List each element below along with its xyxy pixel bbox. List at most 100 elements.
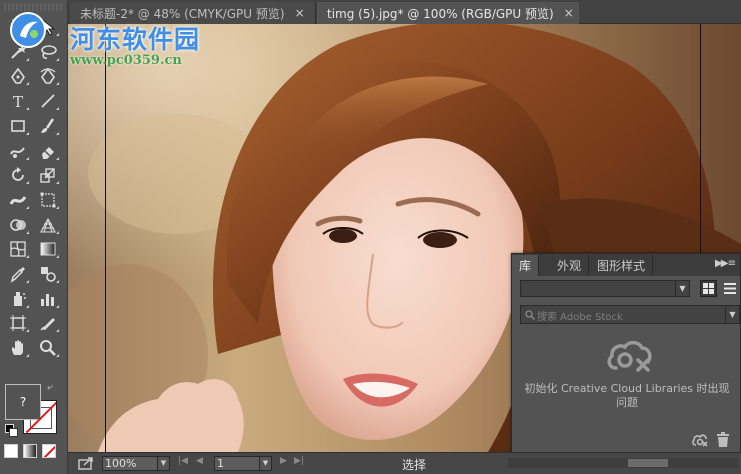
tab-label: timg (5).jpg* @ 100% (RGB/GPU 预览) [327,6,554,21]
zoom-value: 100% [105,457,137,470]
panel-menu-icon[interactable]: ▶▶ ≡ [715,258,736,269]
close-icon[interactable]: × [295,6,305,20]
line-icon [41,94,55,108]
symbol-sprayer-tool[interactable] [5,288,31,310]
artboard-number: 1 [217,457,224,470]
tab-graphic-styles[interactable]: 图形样式 [590,255,654,276]
artboard-tool[interactable] [5,312,31,334]
zoom-icon [40,340,56,356]
cloud-error-icon [607,340,652,372]
search-placeholder: 搜索 Adobe Stock [537,312,623,323]
column-graph-tool[interactable] [35,288,61,310]
zoom-level-select[interactable]: 100% ▼ [102,456,170,471]
swap-fill-stroke-icon[interactable]: ⤶ [47,382,59,394]
pen-icon [11,68,25,85]
shape-builder-tool[interactable] [5,214,31,236]
close-icon[interactable]: × [564,6,574,20]
pen-tool[interactable] [5,65,31,87]
color-mode-buttons [4,444,64,460]
symbol-sprayer-icon [14,291,26,306]
scale-tool[interactable] [35,164,61,186]
rotate-icon [12,167,24,182]
default-fill-stroke-icon[interactable] [5,424,18,437]
list-view-button[interactable] [721,280,738,297]
perspective-grid-icon [40,217,56,233]
library-error-message: 初始化 Creative Cloud Libraries 时出现问题 [524,382,730,409]
site-watermark: 河东软件园 www.pc0359.cn [6,6,206,68]
free-transform-tool[interactable] [35,189,61,211]
scale-icon [40,168,55,183]
list-icon [723,283,736,294]
color-mode-button[interactable] [4,444,18,458]
previous-artboard-icon[interactable]: ◀ [196,456,203,466]
trash-icon[interactable] [716,432,730,447]
type-tool[interactable]: T [5,90,31,112]
free-transform-icon [40,192,56,208]
watermark-logo-icon [10,12,46,48]
fill-swatch-label: ? [19,395,27,409]
shaper-icon [10,146,25,158]
gradient-icon [40,242,56,256]
current-tool-status: 选择 [402,458,427,472]
column-graph-icon [41,293,54,306]
blend-tool[interactable] [35,263,61,285]
panel-tab-bar: 库 外观 图形样式 ▶▶ ≡ [512,254,740,276]
paintbrush-tool[interactable] [35,115,61,137]
horizontal-scrollbar[interactable] [508,458,738,468]
shape-builder-icon [10,218,26,231]
none-mode-button[interactable] [42,444,56,458]
adobe-stock-search[interactable]: 搜索 Adobe Stock ▼ [520,305,740,324]
chevron-down-icon: ▼ [157,457,169,470]
artboard-icon [10,315,26,332]
curvature-icon [40,68,56,85]
shaper-tool[interactable] [5,140,31,162]
grid-icon [703,283,714,294]
document-tab-timg[interactable]: timg (5).jpg* @ 100% (RGB/GPU 预览) × [317,2,579,24]
chevron-down-icon: ▼ [675,281,689,296]
eraser-icon [42,146,54,159]
hand-icon [11,340,23,356]
grid-view-button[interactable] [700,280,717,297]
gradient-tool[interactable] [35,238,61,260]
eyedropper-icon [10,267,25,283]
watermark-title: 河东软件园 [70,25,201,54]
hand-tool[interactable] [5,337,31,359]
mesh-icon [10,241,26,257]
rotate-tool[interactable] [5,164,31,186]
share-icon[interactable] [78,456,94,470]
rectangle-tool[interactable] [5,115,31,137]
eyedropper-tool[interactable] [5,263,31,285]
first-artboard-icon[interactable]: |◀ [178,456,188,466]
chevron-down-icon[interactable]: ▼ [725,306,739,323]
library-dropdown[interactable]: ▼ [520,280,690,297]
rectangle-icon [11,119,25,132]
width-icon [9,196,27,205]
fill-swatch[interactable]: ? [5,384,41,420]
slice-tool[interactable] [35,312,61,334]
chevron-down-icon: ▼ [259,457,271,470]
libraries-panel: 库 外观 图形样式 ▶▶ ≡ ▼ 搜索 Adobe Stock ▼ 初始化 Cr… [511,253,741,458]
width-tool[interactable] [5,189,31,211]
blend-icon [41,267,56,282]
curvature-tool[interactable] [35,65,61,87]
artboard-edge [105,24,106,452]
artboard-edge [700,24,701,254]
zoom-tool[interactable] [35,337,61,359]
tab-appearance[interactable]: 外观 [550,255,590,276]
tools-panel: T ? ⤶ [0,0,68,474]
next-artboard-icon[interactable]: ▶ [280,456,287,466]
svg-text:T: T [13,93,23,110]
mesh-tool[interactable] [5,238,31,260]
creative-cloud-icon[interactable] [692,433,708,447]
perspective-grid-tool[interactable] [35,214,61,236]
fill-stroke-control: ? ⤶ [3,380,65,442]
tab-libraries[interactable]: 库 [512,255,540,276]
eraser-tool[interactable] [35,140,61,162]
scrollbar-thumb[interactable] [628,459,668,467]
last-artboard-icon[interactable]: ▶| [294,456,304,466]
line-tool[interactable] [35,90,61,112]
type-icon: T [13,93,23,110]
artboard-number-select[interactable]: 1 ▼ [214,456,272,471]
gradient-mode-button[interactable] [23,444,37,458]
watermark-url: www.pc0359.cn [70,53,182,68]
